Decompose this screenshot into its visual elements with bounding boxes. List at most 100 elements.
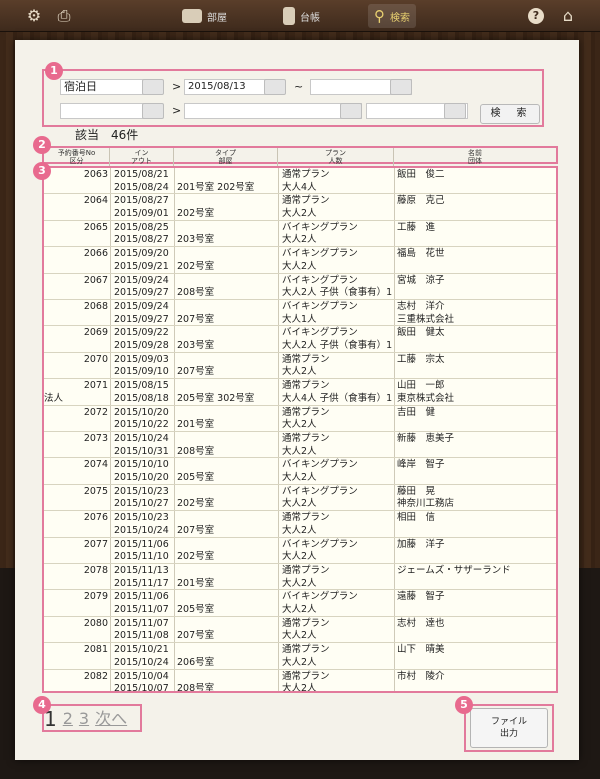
table-cell: 通常プラン 大人2人 [282,564,394,590]
table-cell: 2081 [46,643,108,669]
cell-line: 通常プラン [282,670,330,682]
cell-line: 大人2人 [282,207,317,219]
gear-icon[interactable]: ⚙ [24,6,44,26]
cell-line [177,565,277,578]
file-export-button[interactable]: ファイル 出力 [470,708,548,748]
table-cell: 2015/08/15 2015/08/18 [114,379,174,405]
table-cell: 2015/10/23 2015/10/27 [114,485,174,511]
table-row[interactable]: 2063 2015/08/21 2015/08/24 201号室 202号室 通常プラン… [44,168,556,195]
header-col-no[interactable]: 予約番号No 区分 [44,148,110,166]
cell-line: 通常プラン [282,380,330,392]
header-col-in-label: イン [134,149,149,157]
cell-line: 大人2人 子供（食事有）1 [282,287,393,299]
table-row[interactable]: 2080 2015/11/07 2015/11/08 207号室 通常プラン 大人2人 志村… [44,617,556,644]
cell-line [397,419,556,432]
cell-line: 通常プラン [282,169,330,180]
home-icon[interactable]: ⌂ [558,6,578,26]
table-cell: 通常プラン 大人4人 [282,168,394,194]
table-row[interactable]: 2067 2015/09/24 2015/09/27 208号室 バイキングプラン 大人2… [44,274,556,300]
table-row[interactable]: 2069 2015/09/22 2015/09/28 203号室 バイキングプラン 大人2… [44,326,556,353]
cell-line [397,578,556,591]
table-row[interactable]: 2082 2015/10/04 2015/10/07 208号室 通常プラン 大人2人 市村… [44,670,556,693]
greater-than-symbol-2: > [172,104,182,117]
table-cell: 2064 [46,194,108,220]
cell-line: 大人2人 [282,419,317,431]
callout-badge-2: 2 [33,136,51,154]
cell-line: 通常プラン [282,433,330,444]
cell-line [397,525,556,538]
date-to-picker-button[interactable] [390,79,412,95]
table-row[interactable]: 2065 2015/08/25 2015/08/27 203号室 バイキングプラン 大人2… [44,221,556,248]
table-row[interactable]: 2064 2015/08/27 2015/09/01 202号室 通常プラン 大人2人 藤原… [44,194,556,221]
table-row[interactable]: 2075 2015/10/23 2015/10/27 202号室 バイキングプラン 大人2… [44,485,556,512]
cell-line: 大人2人 [282,683,317,693]
search-field-type-dropdown[interactable] [142,79,164,95]
help-icon[interactable]: ? [528,8,544,24]
table-row[interactable]: 2066 2015/09/20 2015/09/21 202号室 バイキングプラン 大人2… [44,247,556,274]
table-row[interactable]: 2074 2015/10/10 2015/10/20 205号室 バイキングプラン 大人2… [44,458,556,485]
cell-line: 2015/11/07 [114,617,169,629]
search-value-2[interactable] [184,103,362,119]
page-link-2[interactable]: 2 [63,708,73,730]
table-cell: 202号室 [177,538,277,564]
cell-line [44,261,108,274]
table-row[interactable]: 2076 2015/10/23 2015/10/24 207号室 通常プラン 大人2人 相田… [44,511,556,538]
date-from-picker-button[interactable] [264,79,286,95]
table-cell: バイキングプラン 大人2人 [282,247,394,273]
tilde-symbol: ~ [294,80,304,93]
table-row[interactable]: 2070 2015/09/03 2015/09/10 207号室 通常プラン 大人2人 工藤… [44,353,556,380]
table-row[interactable]: 2073 2015/10/24 2015/10/31 208号室 通常プラン 大人2人 新藤… [44,432,556,459]
table-row[interactable]: 2068 2015/09/24 2015/09/27 207号室 バイキングプラン 大人1… [44,300,556,327]
table-cell: 206号室 [177,643,277,669]
nav-ledger[interactable]: 台帳 [283,4,320,28]
search-value-2-button[interactable] [340,103,362,119]
table-row[interactable]: 2078 2015/11/13 2015/11/17 201号室 通常プラン 大人2人 ジェ… [44,564,556,591]
table-cell: 2015/09/24 2015/09/27 [114,300,174,326]
cell-line [397,630,556,643]
table-row[interactable]: 2072 2015/10/20 2015/10/22 201号室 通常プラン 大人2人 吉田… [44,406,556,432]
cell-line [177,407,277,420]
cell-line: 大人2人 [282,471,317,483]
cell-line [397,657,556,670]
table-row[interactable]: 2079 2015/11/06 2015/11/07 205号室 バイキングプラン 大人2… [44,590,556,617]
header-col-in[interactable]: イン アウト [110,148,174,166]
top-toolbar: ⚙ ⎙ 部屋 台帳 ⚲ 検索 ? ⌂ [0,0,600,32]
table-header: 予約番号No 区分 イン アウト タイプ 部屋 プラン 人数 名前 団体 [42,146,558,166]
cell-line [177,301,277,314]
nav-search[interactable]: ⚲ 検索 [368,4,416,28]
nav-rooms[interactable]: 部屋 [182,4,227,28]
cell-line: 2015/10/24 [114,433,169,444]
cell-line [44,525,108,538]
table-row[interactable]: 2071 法人 2015/08/15 2015/08/18 205号室 302号室 通常プ… [44,379,556,406]
cell-line [177,459,277,472]
table-cell: 205号室 [177,590,277,616]
cell-line: 大人4人 [282,181,317,193]
cell-line [44,419,108,432]
table-cell: 2066 [46,247,108,273]
search-button[interactable]: 検 索 [480,104,540,124]
cell-line [397,551,556,564]
header-col-plan-label: プラン [325,149,346,157]
cell-line: 2072 [83,406,108,418]
cell-line: 加藤 洋子 [397,538,445,550]
cell-line: 吉田 健 [397,406,436,418]
next-page-link[interactable]: 次へ [95,708,127,730]
table-row[interactable]: 2081 2015/10/21 2015/10/24 206号室 通常プラン 大人2人 山下… [44,643,556,670]
table-cell: 2015/10/04 2015/10/07 [114,670,174,691]
header-col-type[interactable]: タイプ 部屋 [174,148,278,166]
cell-line: 2063 [83,169,108,180]
cell-line: 2015/09/24 [114,274,169,286]
table-cell: バイキングプラン 大人2人 子供（食事有）1 [282,274,394,300]
header-col-name[interactable]: 名前 団体 [394,148,556,166]
header-col-plan[interactable]: プラン 人数 [278,148,394,166]
search-field-2-dropdown[interactable] [142,103,164,119]
printer-icon[interactable]: ⎙ [54,6,74,26]
table-cell: 2063 [46,168,108,194]
table-row[interactable]: 2077 2015/11/06 2015/11/10 202号室 バイキングプラン 大人2… [44,538,556,564]
cell-line [397,234,556,247]
table-cell: 205号室 302号室 [177,379,277,405]
cell-line: 2080 [83,617,108,629]
cell-line [44,604,108,617]
page-link-3[interactable]: 3 [79,708,89,730]
search-value-3-button[interactable] [444,103,466,119]
